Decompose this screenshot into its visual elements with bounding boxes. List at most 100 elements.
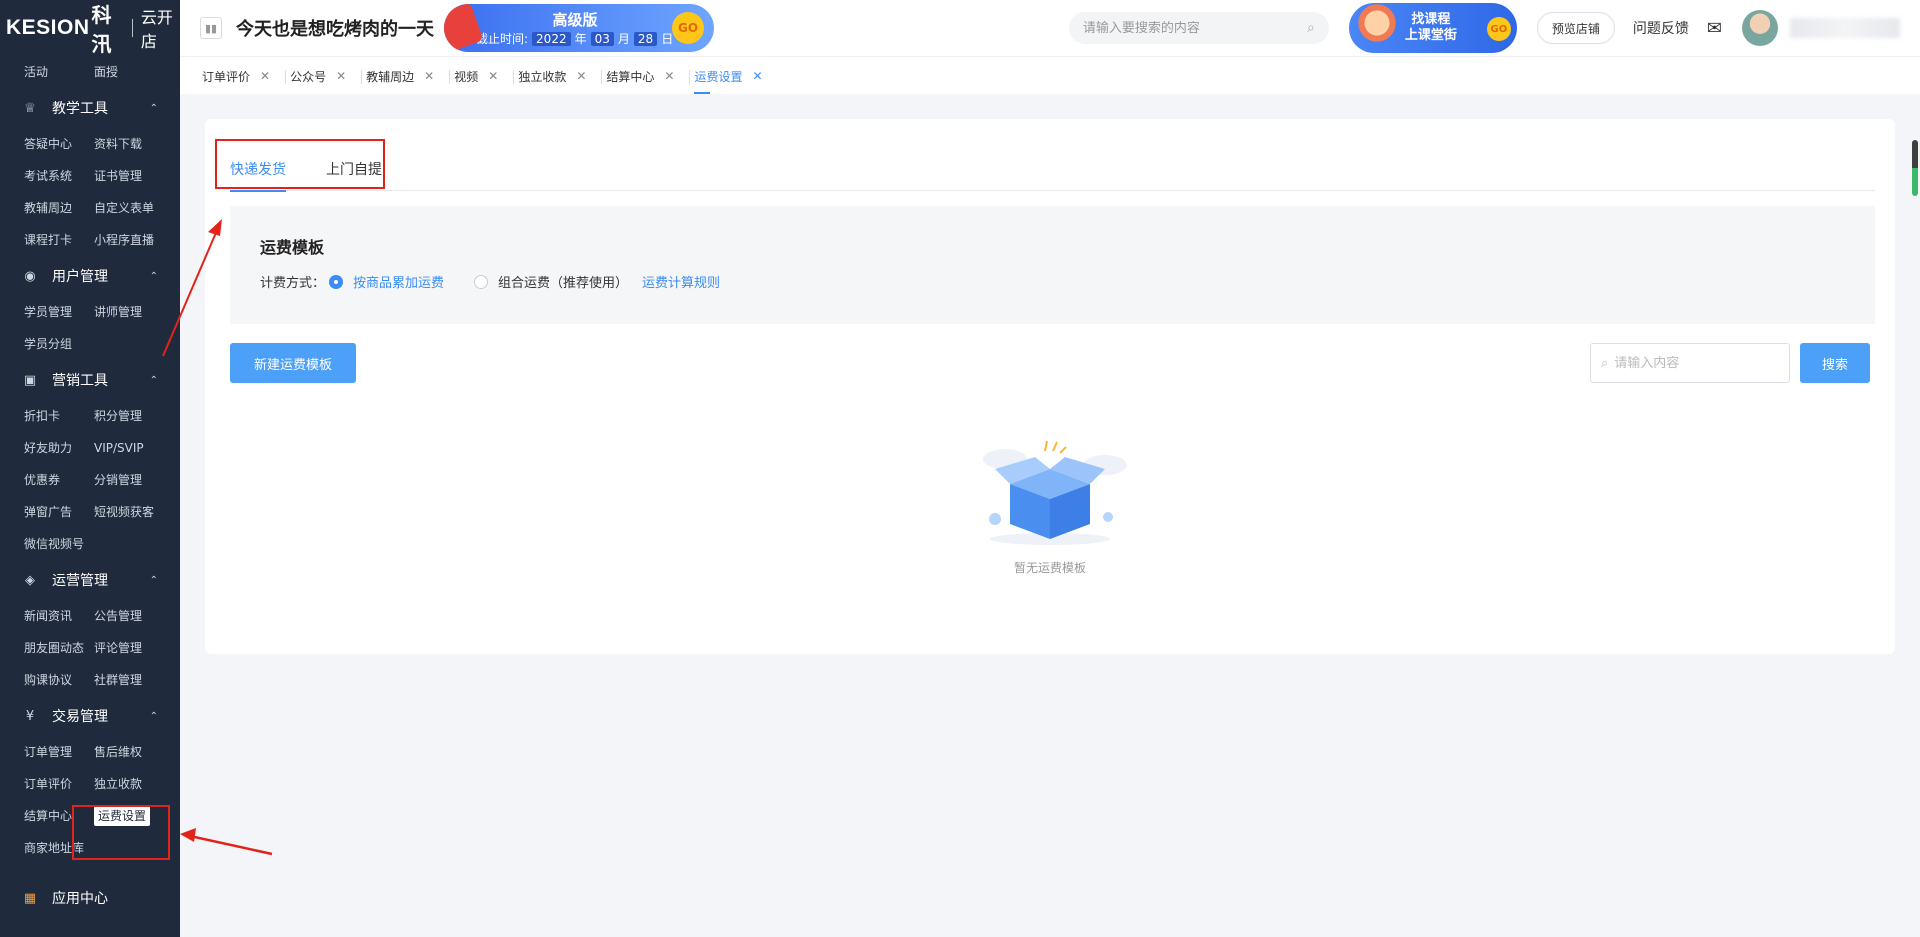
collapse-menu-icon[interactable]: ▮▮ [200,17,222,39]
sidebar-item[interactable]: 微信视频号 [24,528,94,560]
option-per-item-label[interactable]: 按商品累加运费 [353,272,444,291]
tab-label: 视频 [454,69,479,84]
version-go-button[interactable]: GO [672,12,704,44]
close-icon[interactable]: ✕ [576,69,586,83]
shipping-rule-link[interactable]: 运费计算规则 [642,272,720,291]
sidebar-section-header[interactable]: ◉ 用户管理 ⌃ [0,256,180,296]
sidebar-item[interactable]: 学员管理 [24,296,94,328]
user-name-blurred[interactable] [1790,18,1900,38]
version-title: 高级版 [552,11,598,29]
radio-per-item[interactable] [329,274,344,289]
logo[interactable]: KESION 科汛 云开店 [0,0,180,56]
radio-combined[interactable] [474,274,489,289]
sidebar-item[interactable]: 订单管理 [24,736,94,768]
scrollbar[interactable] [1912,140,1918,196]
sidebar-item[interactable]: 优惠券 [24,464,94,496]
template-search-input[interactable] [1614,355,1785,371]
sidebar-section-title: 交易管理 [52,709,108,725]
sidebar-item[interactable]: VIP/SVIP [94,432,180,464]
sidebar-app-center[interactable]: ▦ 应用中心 [0,878,180,918]
tab-page[interactable]: 结算中心 ✕ [606,58,691,94]
sidebar-item[interactable]: 订单评价 [24,768,94,800]
new-template-button[interactable]: 新建运费模板 [230,343,356,383]
sidebar-item[interactable]: 社群管理 [94,664,180,696]
option-combined-label[interactable]: 组合运费（推荐使用） [498,272,628,291]
yen-circle-icon: ¥ [25,708,35,724]
sidebar-section-header[interactable]: ♕ 教学工具 ⌃ [0,88,180,128]
sidebar-section-header[interactable]: ¥ 交易管理 ⌃ [0,696,180,736]
sidebar-item[interactable]: 购课协议 [24,664,94,696]
tab-page[interactable]: 教辅周边 ✕ [366,58,451,94]
close-icon[interactable]: ✕ [260,69,270,83]
sidebar-item[interactable]: 活动 [24,56,94,88]
mail-icon[interactable]: ✉ [1707,18,1722,39]
sidebar-item[interactable]: 学员分组 [24,328,94,360]
sidebar-item[interactable]: 面授 [94,56,180,88]
sidebar-item[interactable]: 积分管理 [94,400,180,432]
sidebar-item[interactable]: 售后维权 [94,736,180,768]
tab-page[interactable]: 公众号 ✕ [290,58,363,94]
sidebar-item[interactable]: 考试系统 [24,160,94,192]
search-icon[interactable]: ⌕ [1307,20,1315,36]
billing-label: 计费方式： [260,276,326,291]
chevron-up-icon[interactable]: ⌃ [150,375,158,386]
sidebar-item[interactable]: 独立收款 [94,768,180,800]
feedback-link[interactable]: 问题反馈 [1633,18,1689,38]
sidebar-item[interactable]: 自定义表单 [94,192,180,224]
sidebar-section-header[interactable]: ▣ 营销工具 ⌃ [0,360,180,400]
expiry-month-unit: 月 [617,32,630,46]
sidebar-item[interactable]: 折扣卡 [24,400,94,432]
sidebar-item[interactable]: 朋友圈动态 [24,632,94,664]
global-search-input[interactable] [1082,20,1308,36]
sidebar-item[interactable]: 资料下载 [94,128,180,160]
promo-text: 找课程 上课堂街 [1405,12,1457,44]
promo-banner[interactable]: 找课程 上课堂街 GO [1348,3,1517,53]
sidebar-item[interactable]: 课程打卡 [24,224,94,256]
sidebar-item[interactable]: 讲师管理 [94,296,180,328]
close-icon[interactable]: ✕ [752,69,762,83]
expiry-label: 截止时间: [476,32,529,46]
sidebar-item[interactable]: 短视频获客 [94,496,180,528]
preview-store-button[interactable]: 预览店铺 [1536,12,1615,44]
layers-icon: ◈ [25,572,35,588]
sidebar-item[interactable]: 答疑中心 [24,128,94,160]
chevron-up-icon[interactable]: ⌃ [150,711,158,722]
search-button[interactable]: 搜索 [1800,343,1870,383]
close-icon[interactable]: ✕ [424,69,434,83]
chevron-up-icon[interactable]: ⌃ [150,271,158,282]
tab-page[interactable]: 视频 ✕ [454,58,515,94]
sidebar-item[interactable]: 分销管理 [94,464,180,496]
template-search[interactable]: ⌕ [1590,343,1790,383]
close-icon[interactable]: ✕ [336,69,346,83]
chevron-up-icon[interactable]: ⌃ [150,575,158,586]
tab-label: 独立收款 [518,69,567,84]
tab-divider [449,70,451,84]
sidebar-item[interactable]: 公告管理 [94,600,180,632]
sidebar-section-header[interactable]: ◈ 运营管理 ⌃ [0,560,180,600]
close-icon[interactable]: ✕ [664,69,674,83]
tab-divider [601,70,603,84]
sidebar-item[interactable]: 小程序直播 [94,224,180,256]
sidebar-item[interactable]: 教辅周边 [24,192,94,224]
tab-page[interactable]: 订单评价 ✕ [202,58,287,94]
sidebar-item[interactable]: 弹窗广告 [24,496,94,528]
tab-page[interactable]: 运费设置 ✕ [694,58,772,94]
global-search[interactable]: ⌕ [1068,12,1329,44]
store-name: 云开店 [140,8,173,51]
sidebar-item[interactable]: 好友助力 [24,432,94,464]
promo-line-1: 找课程 [1411,12,1451,27]
chevron-up-icon[interactable]: ⌃ [150,103,158,114]
tab-page[interactable]: 独立收款 ✕ [518,58,603,94]
close-icon[interactable]: ✕ [488,69,498,83]
tab-divider [361,70,363,84]
avatar[interactable] [1742,10,1778,46]
version-badge[interactable]: 高级版 截止时间: 2022 年 03 月 28 日 GO [444,4,714,52]
sidebar-item-label: 考试系统 [24,169,73,183]
promo-go-button[interactable]: GO [1486,17,1511,41]
sidebar-item[interactable]: 新闻资讯 [24,600,94,632]
empty-state: 暂无运费模板 [950,439,1150,576]
sidebar-item[interactable]: 证书管理 [94,160,180,192]
empty-text: 暂无运费模板 [1013,561,1086,575]
sidebar-section-title: 应用中心 [52,891,108,907]
sidebar-item[interactable]: 评论管理 [94,632,180,664]
